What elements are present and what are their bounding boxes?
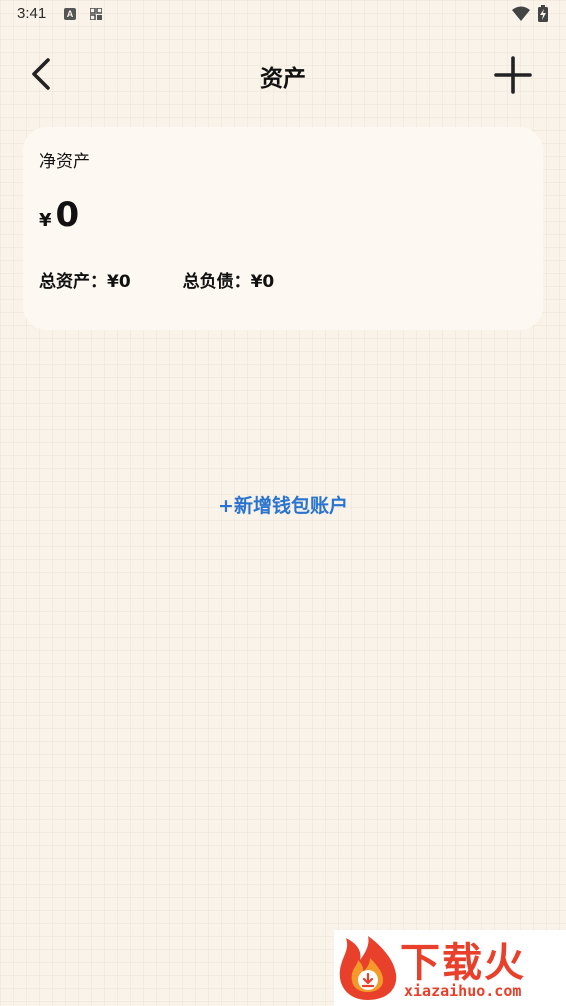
total-assets: 总资产：¥0 bbox=[39, 272, 131, 292]
a-notification-icon: A bbox=[64, 8, 76, 20]
battery-charging-icon bbox=[538, 5, 548, 22]
header: 资产 bbox=[0, 44, 566, 104]
net-assets-amount: 0 bbox=[55, 195, 80, 235]
currency-symbol: ¥ bbox=[39, 210, 52, 231]
status-time: 3:41 bbox=[17, 5, 47, 22]
add-button[interactable] bbox=[492, 54, 534, 96]
grid-notification-icon bbox=[90, 8, 102, 20]
page-title: 资产 bbox=[260, 66, 306, 92]
flame-logo-icon bbox=[339, 936, 397, 1000]
total-liabilities: 总负债：¥0 bbox=[182, 272, 275, 292]
status-bar: 3:41 A bbox=[0, 0, 566, 30]
watermark-url: xiazaihuo.com bbox=[404, 982, 522, 1000]
wifi-icon bbox=[512, 6, 530, 21]
net-assets-label: 净资产 bbox=[39, 152, 90, 172]
add-wallet-account-link[interactable]: +新增钱包账户 bbox=[0, 491, 566, 518]
watermark: 下载火 xiazaihuo.com bbox=[334, 930, 566, 1006]
plus-icon bbox=[494, 56, 532, 94]
watermark-text: 下载火 bbox=[400, 940, 526, 986]
assets-summary-card: 净资产 ¥0 总资产：¥0 总负债：¥0 bbox=[23, 127, 543, 330]
summary-row: 总资产：¥0 总负债：¥0 bbox=[39, 267, 274, 292]
net-assets-value: ¥0 bbox=[39, 195, 79, 235]
